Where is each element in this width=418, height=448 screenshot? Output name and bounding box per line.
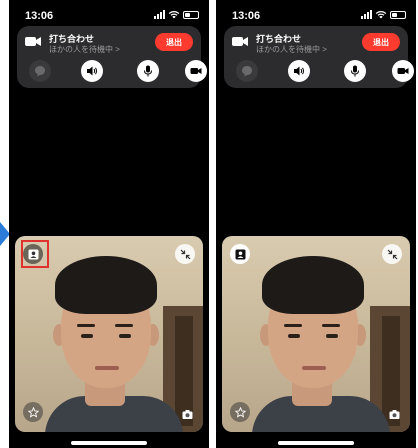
- call-banner[interactable]: 打ち合わせ ほかの人を待機中 > 退出: [17, 26, 207, 88]
- video-call-icon: [25, 37, 41, 46]
- status-bar: 13:06: [216, 8, 416, 24]
- call-status[interactable]: ほかの人を待機中 >: [49, 44, 120, 55]
- speaker-button[interactable]: [288, 60, 310, 82]
- battery-icon: [183, 10, 199, 19]
- switch-camera-button[interactable]: [179, 406, 195, 422]
- signal-icon: [361, 10, 372, 19]
- speaker-icon: [294, 66, 304, 76]
- collapse-arrows-icon: [180, 249, 190, 259]
- camera-button[interactable]: [185, 60, 207, 82]
- leave-button[interactable]: 退出: [362, 33, 400, 51]
- message-icon: [242, 66, 252, 77]
- person-brow-right: [322, 324, 340, 327]
- person-hair: [262, 256, 364, 314]
- camera-icon: [397, 68, 409, 74]
- star-effects-icon: [27, 406, 39, 418]
- status-time: 13:06: [232, 10, 261, 22]
- camera-button[interactable]: [392, 60, 414, 82]
- microphone-icon: [144, 65, 152, 77]
- call-controls: [232, 60, 414, 84]
- call-controls: [25, 60, 207, 84]
- person-eye-left: [81, 334, 93, 338]
- person-brow-right: [115, 324, 133, 327]
- call-banner[interactable]: 打ち合わせ ほかの人を待機中 > 退出: [224, 26, 414, 88]
- effects-button[interactable]: [230, 402, 250, 422]
- microphone-icon: [351, 65, 359, 77]
- message-button[interactable]: [236, 60, 258, 82]
- star-effects-icon: [234, 406, 246, 418]
- person-hair: [55, 256, 157, 314]
- person-brow-left: [77, 324, 95, 327]
- phone-screen-2: 13:06 打ち合わせ ほかの人を待機中 > 退出: [216, 0, 416, 448]
- person-brow-left: [284, 324, 302, 327]
- message-button[interactable]: [29, 60, 51, 82]
- person-eye-right: [326, 334, 338, 338]
- speaker-icon: [87, 66, 97, 76]
- collapse-arrows-icon: [387, 249, 397, 259]
- self-video[interactable]: [222, 236, 410, 432]
- message-icon: [35, 66, 45, 77]
- person-mouth: [302, 366, 326, 370]
- wifi-icon: [375, 10, 387, 19]
- camera-flip-icon: [182, 409, 192, 419]
- highlight-box: [21, 240, 49, 268]
- person-eye-left: [288, 334, 300, 338]
- call-status[interactable]: ほかの人を待機中 >: [256, 44, 327, 55]
- video-call-icon: [232, 37, 248, 46]
- microphone-button[interactable]: [344, 60, 366, 82]
- status-time: 13:06: [25, 10, 54, 22]
- wifi-icon: [168, 10, 180, 19]
- speaker-button[interactable]: [81, 60, 103, 82]
- signal-icon: [154, 10, 165, 19]
- home-indicator[interactable]: [278, 441, 354, 445]
- home-indicator[interactable]: [71, 441, 147, 445]
- phone-screen-1: 13:06 打ち合わせ ほかの人を待機中 > 退出: [9, 0, 209, 448]
- leave-button[interactable]: 退出: [155, 33, 193, 51]
- battery-icon: [390, 10, 406, 19]
- minimize-button[interactable]: [382, 244, 402, 264]
- camera-icon: [190, 68, 202, 74]
- effects-button[interactable]: [23, 402, 43, 422]
- switch-camera-button[interactable]: [386, 406, 402, 422]
- microphone-button[interactable]: [137, 60, 159, 82]
- portrait-icon: [235, 249, 245, 259]
- person-mouth: [95, 366, 119, 370]
- portrait-mode-button[interactable]: [230, 244, 250, 264]
- person-eye-right: [119, 334, 131, 338]
- minimize-button[interactable]: [175, 244, 195, 264]
- self-video[interactable]: [15, 236, 203, 432]
- camera-flip-icon: [389, 409, 399, 419]
- status-bar: 13:06: [9, 8, 209, 24]
